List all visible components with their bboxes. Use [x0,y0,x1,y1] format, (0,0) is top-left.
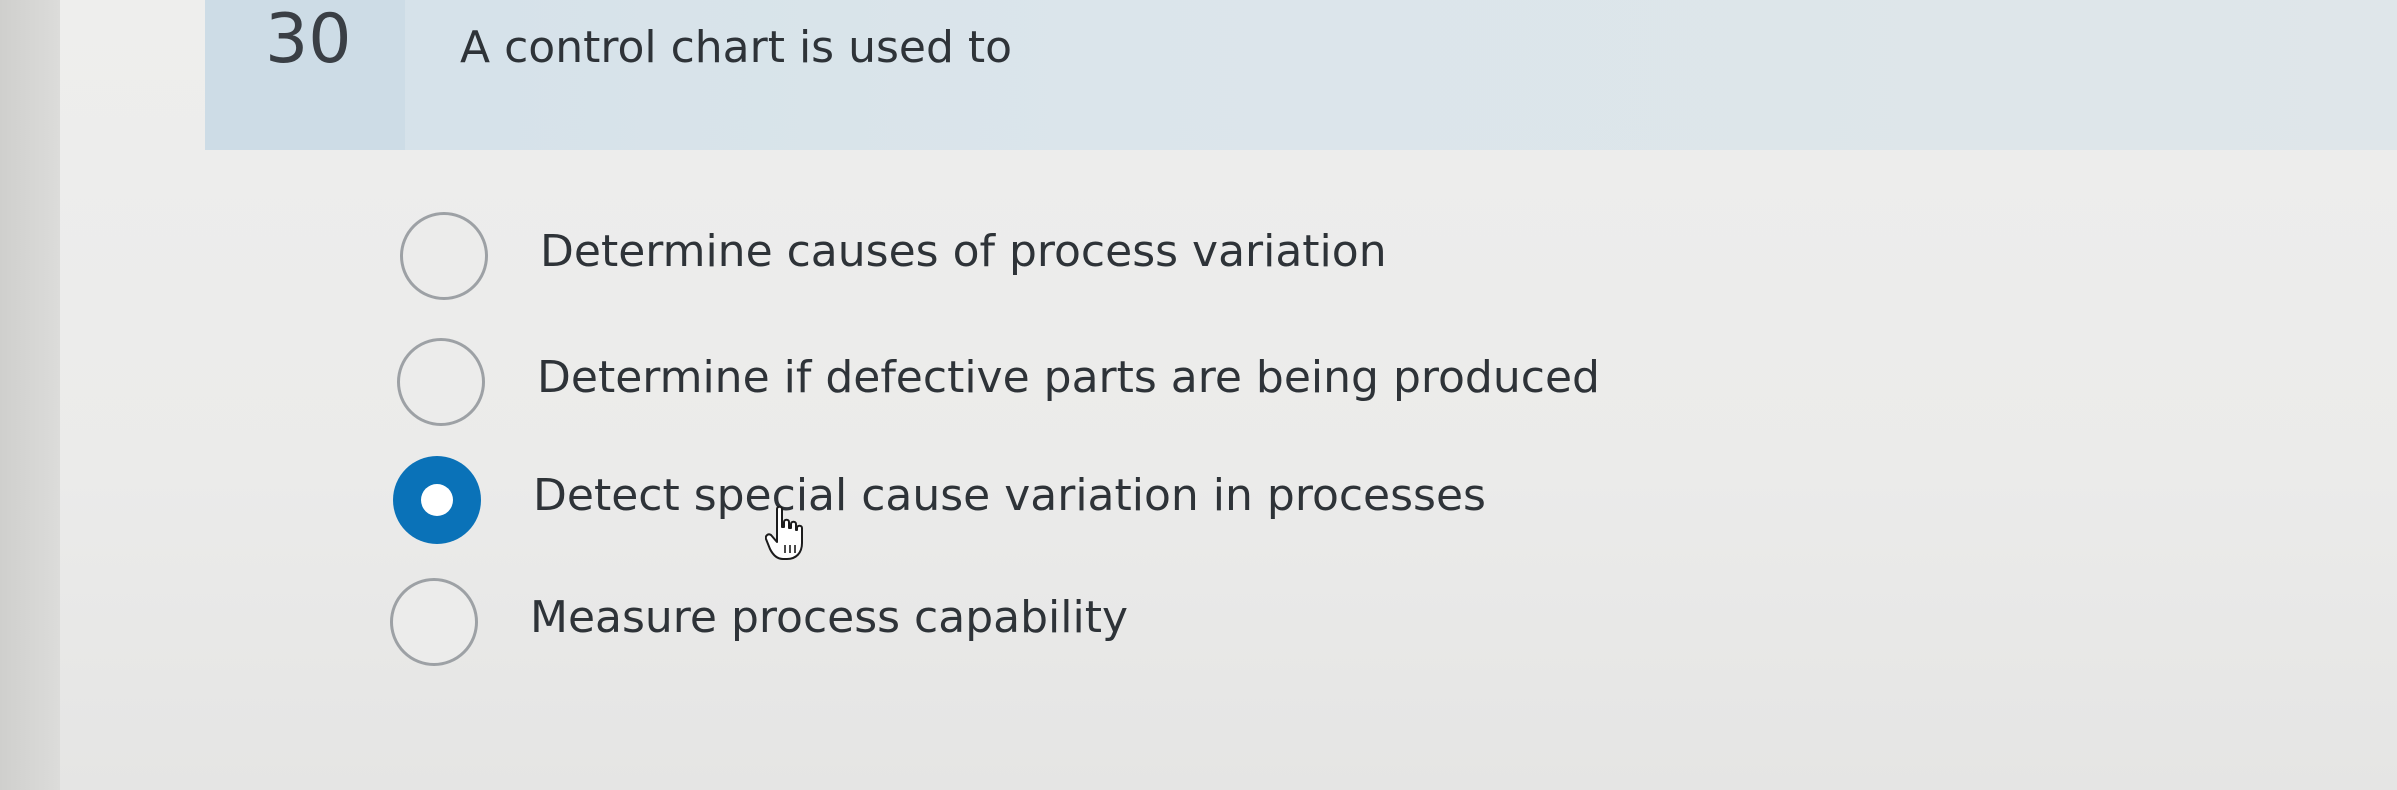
radio-button-1[interactable] [400,212,488,300]
radio-button-4[interactable] [390,578,478,666]
option-label: Detect special cause variation in proces… [533,470,1486,521]
option-label: Determine if defective parts are being p… [537,352,1600,403]
option-2[interactable]: Determine if defective parts are being p… [397,338,1897,438]
option-4[interactable]: Measure process capability [390,578,1890,678]
option-label: Measure process capability [530,592,1128,643]
question-number: 30 [265,0,352,79]
radio-button-3-selected[interactable] [393,456,481,544]
option-3[interactable]: Detect special cause variation in proces… [393,456,1893,556]
option-label: Determine causes of process variation [540,226,1387,277]
option-1[interactable]: Determine causes of process variation [400,212,1900,312]
question-text: A control chart is used to [460,22,1013,73]
question-header: 30 A control chart is used to [205,0,2397,150]
radio-button-2[interactable] [397,338,485,426]
question-number-box: 30 [205,0,405,150]
left-margin [0,0,60,790]
hand-pointer-icon [765,505,803,560]
